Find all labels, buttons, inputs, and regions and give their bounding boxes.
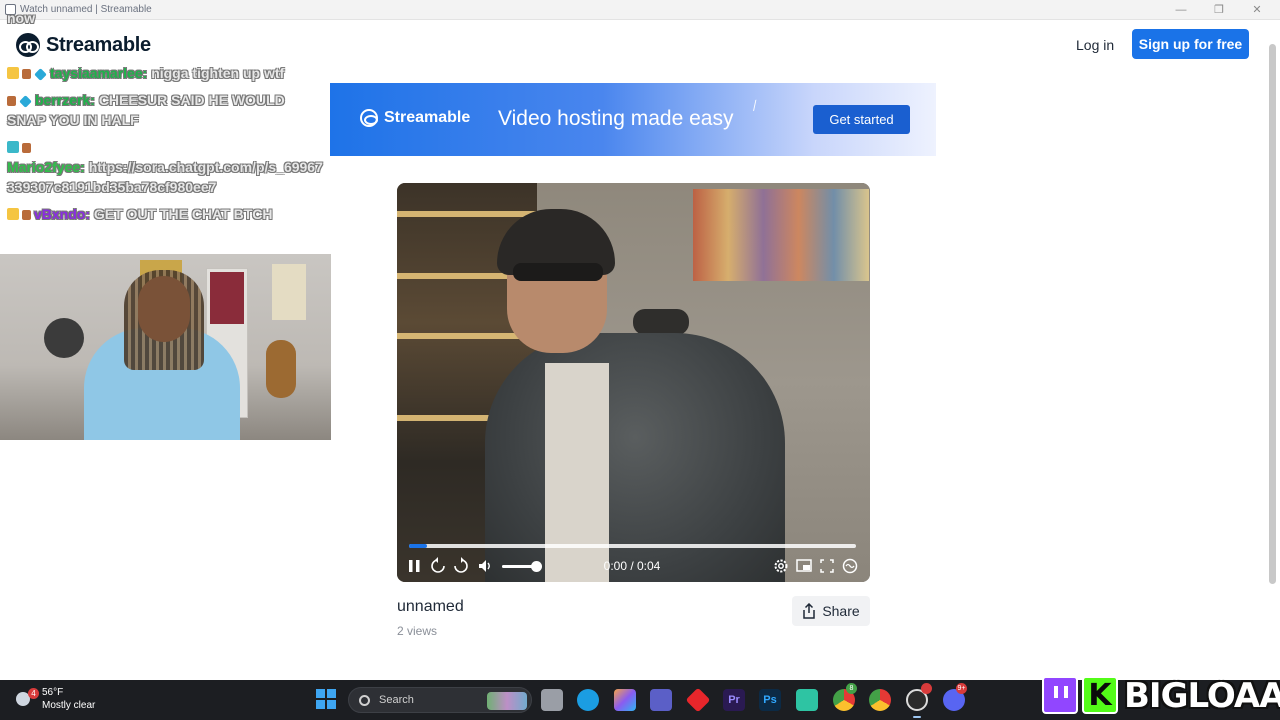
chair [633, 309, 689, 335]
get-started-button[interactable]: Get started [813, 105, 910, 134]
page-scrollbar[interactable] [1266, 20, 1278, 680]
banner-logo: Streamable [360, 109, 470, 127]
active-app-indicator [913, 716, 921, 718]
restore-button[interactable]: ❐ [1200, 2, 1238, 18]
streamable-watermark-icon[interactable] [841, 555, 859, 577]
bits-badge-icon [22, 143, 31, 153]
fullscreen-icon[interactable] [818, 555, 836, 577]
chat-message: vBxndo: GET OUT THE CHAT BTCH [7, 204, 327, 224]
weather-text: 56°F Mostly clear [42, 686, 95, 712]
time-display: 0:00 / 0:04 [603, 559, 661, 573]
cube-badge-icon [19, 95, 32, 108]
shelf-light [397, 211, 537, 217]
progress-fill [409, 544, 427, 548]
search-icon [359, 695, 370, 706]
forward-icon[interactable] [452, 555, 470, 577]
chat-text: nigga tighten up wtf [151, 65, 285, 81]
weather-cloud-icon: 4 [14, 688, 39, 708]
edge-icon[interactable] [577, 689, 599, 711]
bits-badge-icon [22, 69, 31, 79]
close-button[interactable]: ✕ [1238, 2, 1276, 18]
search-highlight-icon [487, 692, 527, 710]
crown-badge-icon [7, 208, 19, 220]
share-icon [803, 603, 816, 619]
sparkle-icon: ⁄ [751, 97, 760, 113]
person-glasses [513, 263, 603, 281]
red-diamond-app-icon[interactable] [685, 687, 711, 713]
volume-knob[interactable] [531, 561, 542, 572]
chat-username[interactable]: berrzerk: [35, 92, 95, 108]
video-views: 2 views [397, 624, 438, 638]
streamer-name: BIGLOAAF [1124, 676, 1280, 716]
rewind-icon[interactable] [429, 555, 447, 577]
chat-username[interactable]: vBxndo: [34, 206, 90, 222]
chat-message: berrzerk: CHEESUR SAID HE WOULD SNAP YOU… [7, 90, 327, 130]
webcam-guitar [266, 340, 296, 398]
wall-art [693, 189, 869, 281]
notification-badge [921, 683, 932, 694]
promo-banner[interactable]: Streamable Video hosting made easy ⁄ Get… [330, 83, 936, 156]
signup-button[interactable]: Sign up for free [1132, 29, 1249, 59]
video-frame [397, 183, 870, 582]
chat-text: GET OUT THE CHAT BTCH [93, 206, 273, 222]
chat-message: now [7, 8, 327, 28]
file-explorer-icon[interactable] [541, 689, 563, 711]
banner-logo-text: Streamable [384, 109, 471, 126]
photoshop-icon[interactable]: Ps [759, 689, 781, 711]
weather-desc: Mostly clear [42, 700, 96, 711]
webcam-poster [272, 264, 306, 320]
chat-text: now [7, 10, 35, 26]
cube-badge-icon [34, 68, 47, 81]
chrome-icon[interactable] [869, 689, 891, 711]
minimize-button[interactable]: — [1162, 2, 1200, 18]
picture-in-picture-icon[interactable] [795, 555, 813, 577]
stream-chat-overlay: now taysiaamarlee: nigga tighten up wtf … [0, 0, 330, 232]
app-icon[interactable] [796, 689, 818, 711]
notification-badge: 9+ [956, 683, 967, 694]
sub-badge-icon [7, 141, 19, 153]
twitch-icon [1042, 676, 1078, 714]
player-controls: 0:00 / 0:04 [397, 555, 870, 577]
premiere-icon[interactable]: Pr [723, 689, 745, 711]
share-button[interactable]: Share [792, 596, 870, 626]
settings-gear-icon[interactable] [772, 555, 790, 577]
bits-badge-icon [22, 210, 31, 220]
teams-icon[interactable] [650, 689, 672, 711]
webcam-fan [44, 318, 84, 358]
scroll-thumb[interactable] [1269, 44, 1276, 584]
video-player[interactable]: 0:00 / 0:04 [397, 183, 870, 582]
weather-temp: 56°F [42, 687, 64, 698]
crown-badge-icon [7, 67, 19, 79]
screen: Watch unnamed | Streamable — ❐ ✕ Streama… [0, 0, 1280, 720]
windows-start-icon[interactable] [316, 689, 336, 709]
streamer-logo-overlay: K BIGLOAAF [1042, 672, 1280, 720]
streamer-webcam [0, 254, 331, 440]
volume-icon[interactable] [476, 555, 494, 577]
person-shirt [545, 363, 609, 582]
pause-icon[interactable] [405, 555, 423, 577]
streamer-head [138, 276, 190, 342]
chat-message: taysiaamarlee: nigga tighten up wtf [7, 63, 327, 83]
notification-badge: 8 [846, 683, 857, 694]
login-link[interactable]: Log in [1076, 34, 1114, 56]
banner-tagline: Video hosting made easy [498, 107, 734, 130]
copilot-icon[interactable] [614, 689, 636, 711]
kick-icon: K [1082, 676, 1118, 714]
chat-username[interactable]: Mario2fyee: [7, 159, 85, 175]
streamable-logo-icon [360, 109, 378, 127]
chat-username[interactable]: taysiaamarlee: [50, 65, 147, 81]
webcam-poster [210, 272, 244, 324]
volume-slider[interactable] [502, 561, 542, 572]
video-title: unnamed [397, 598, 464, 615]
share-label: Share [822, 603, 860, 619]
progress-bar[interactable] [409, 544, 856, 548]
chat-message: Mario2fyee: https://sora.chatgpt.com/p/s… [7, 137, 327, 197]
weather-badge: 4 [28, 688, 39, 699]
search-label: Search [379, 694, 414, 706]
taskbar-search[interactable]: Search [348, 687, 532, 713]
bits-badge-icon [7, 96, 16, 106]
weather-widget[interactable]: 4 56°F Mostly clear [14, 686, 95, 712]
